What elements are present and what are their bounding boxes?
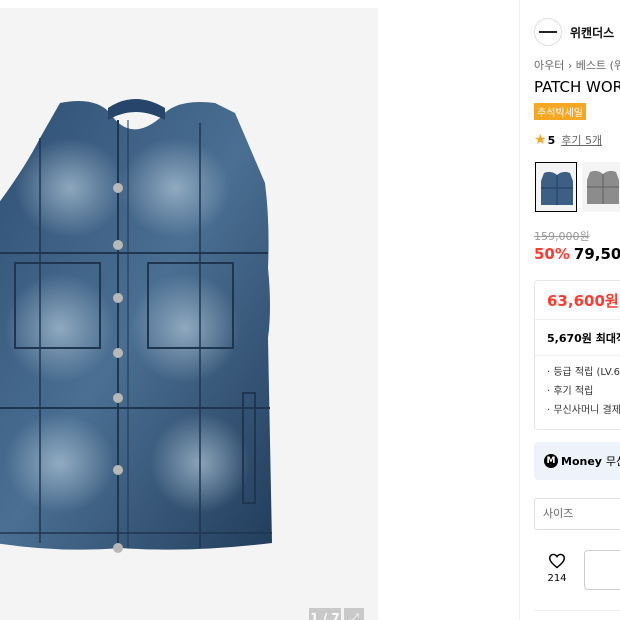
breadcrumb-item-vest[interactable]: 베스트 (위 [576,59,620,72]
purchase-button[interactable] [584,550,620,590]
heart-icon [548,553,566,569]
money-icon: M [544,454,558,468]
image-counter: 1 / 7 [309,608,341,620]
product-image-gallery[interactable]: 1 / 7 ⤢ [0,8,378,620]
money-label: Money [561,455,602,468]
sale-badge: 추석빅세일 [534,103,586,120]
coupon-price: 63,600원 [547,292,619,310]
divider [534,610,620,611]
size-select[interactable]: 사이즈 [534,498,620,530]
color-option-grey[interactable] [582,162,620,212]
divider [535,319,620,320]
sale-price: 79,500 [573,245,620,263]
original-price: 159,000원 [534,230,590,243]
discount-percent: 50% [534,245,570,263]
point-item-money: · 무신사머니 결제 [547,405,620,416]
chevron-right-icon: › [567,59,576,72]
brand-name[interactable]: 위캔더스 [570,24,614,41]
product-info-panel: 위캔더스 아우터 › 베스트 (위 PATCH WOR 추석빅세일 ★ 5 후기… [520,0,620,620]
thumb-blue-image [541,171,573,205]
point-item-level: · 등급 적립 (LV.6 [547,367,620,378]
brand-row[interactable]: 위캔더스 [534,18,614,46]
like-count: 214 [547,573,567,584]
point-item-review: · 후기 적립 [547,386,594,397]
points-list: · 등급 적립 (LV.6 · 후기 적립 · 무신사머니 결제 [547,363,620,420]
coupon-price-box: 63,600원 5,670원 최대적 · 등급 적립 (LV.6 · 후기 적립… [534,280,620,430]
breadcrumb: 아우터 › 베스트 (위 [534,57,620,73]
thumb-grey-image [587,170,619,204]
breadcrumb-item-outer[interactable]: 아우터 [534,59,564,72]
max-points: 5,670원 최대적 [547,332,620,345]
money-text: Money 무신 [561,453,620,469]
divider [535,355,620,356]
sale-price-row: 50%79,500 [534,245,620,263]
musinsa-money-banner[interactable]: M Money 무신 [534,442,620,480]
reviews-link[interactable]: 후기 5개 [561,132,602,148]
like-button[interactable]: 214 [542,553,572,584]
rating-score: 5 [547,133,556,147]
star-icon: ★ [534,132,547,148]
product-title: PATCH WOR [534,78,620,96]
rating-row: ★ 5 후기 5개 [534,132,602,148]
expand-icon[interactable]: ⤢ [344,608,364,620]
money-rest: 무신 [605,455,620,468]
color-option-blue[interactable] [535,162,577,212]
denim-vest-image [0,99,272,553]
brand-logo-icon[interactable] [534,18,562,46]
